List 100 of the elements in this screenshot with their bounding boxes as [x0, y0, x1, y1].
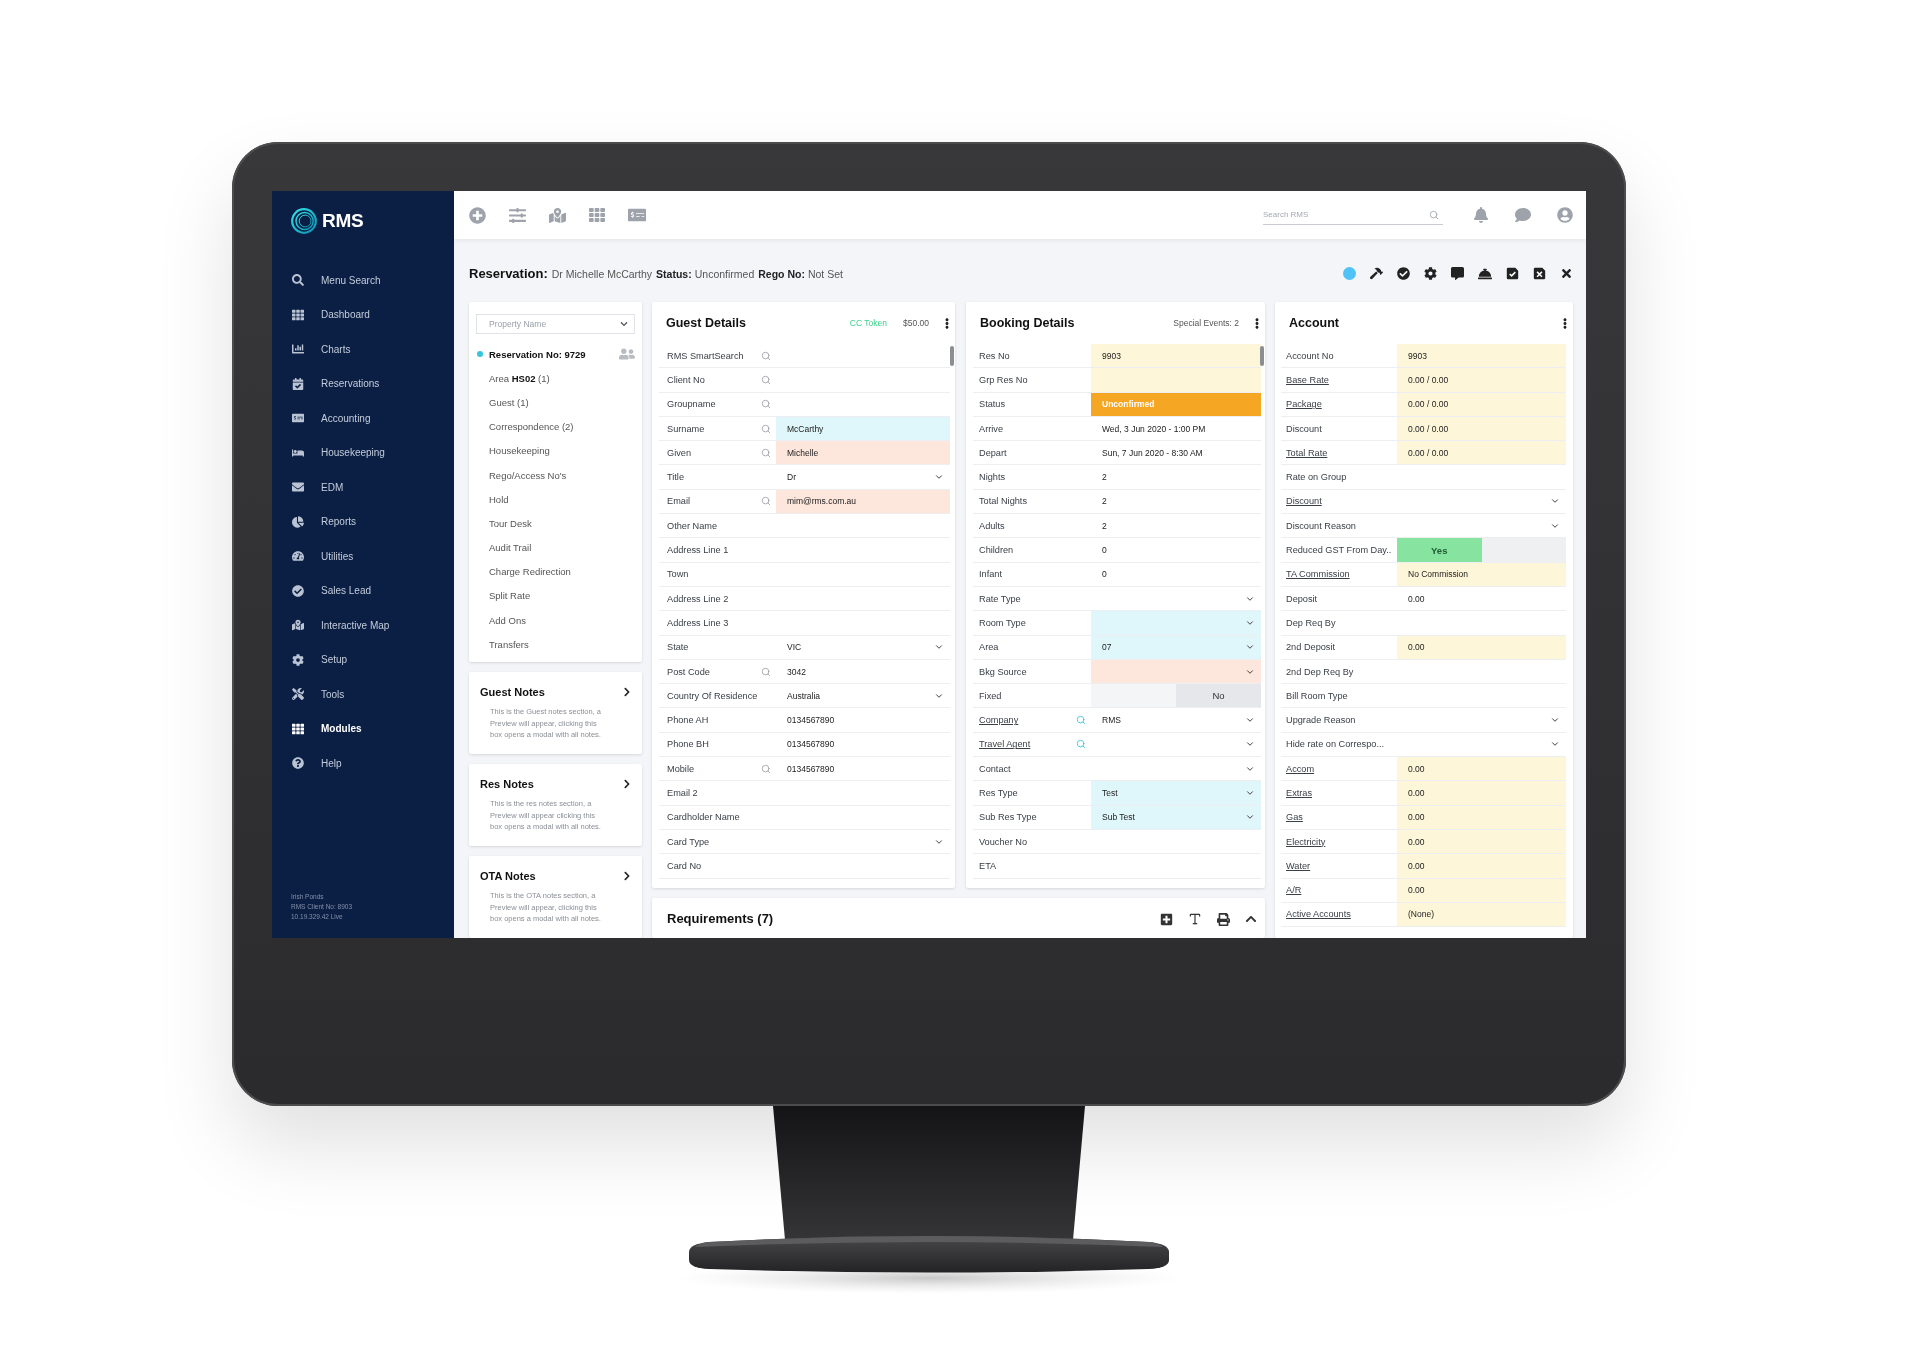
input-field[interactable]: 0 [1091, 538, 1261, 562]
scrollbar-thumb[interactable] [950, 346, 954, 366]
input-field[interactable]: Michelle [776, 441, 950, 465]
select-field[interactable]: VIC [776, 635, 950, 659]
nav-item[interactable]: Correspondence (2) [476, 414, 635, 439]
sidebar-item[interactable]: Accounting [272, 401, 454, 436]
search-icon[interactable] [1076, 715, 1086, 726]
save-cross-icon[interactable] [1533, 267, 1546, 280]
search-icon[interactable] [761, 666, 771, 677]
sidebar-item[interactable]: Charts [272, 332, 454, 367]
search-icon[interactable] [761, 374, 771, 385]
close-icon[interactable] [1560, 267, 1573, 280]
search-icon[interactable] [761, 763, 771, 774]
field-link[interactable]: Active Accounts [1286, 909, 1351, 920]
nav-item[interactable]: Rego/Access No's [476, 462, 635, 488]
search-icon[interactable] [1076, 739, 1086, 750]
field-link[interactable]: Electricity [1286, 836, 1326, 847]
input-field[interactable]: 0134567890 [776, 732, 950, 757]
more-vertical-icon[interactable] [945, 317, 949, 329]
select-field[interactable]: RMS [1091, 708, 1261, 732]
input-field[interactable]: Wed, 3 Jun 2020 - 1:00 PM [1091, 416, 1261, 441]
input-field[interactable]: 0.00 [1397, 854, 1566, 878]
map-icon[interactable] [549, 206, 566, 224]
field-link[interactable]: Company [979, 715, 1019, 726]
input-field[interactable]: 9903 [1397, 344, 1566, 368]
more-vertical-icon[interactable] [1563, 317, 1567, 329]
people-icon[interactable] [619, 346, 635, 363]
select-field[interactable]: 07 [1091, 635, 1261, 659]
input-field[interactable]: 0.00 [1397, 829, 1566, 854]
field-link[interactable]: Extras [1286, 788, 1313, 798]
nav-item[interactable]: Transfers [476, 632, 635, 657]
sidebar-item[interactable]: Menu Search [272, 263, 454, 298]
nav-item[interactable]: Housekeeping [476, 438, 635, 463]
input-field[interactable]: 0.00 / 0.00 [1397, 392, 1566, 416]
field-link[interactable]: Base Rate [1286, 374, 1329, 385]
input-field[interactable]: 0.00 [1397, 781, 1566, 805]
input-field[interactable]: 0.00 / 0.00 [1397, 368, 1566, 392]
input-field[interactable]: 0134567890 [776, 708, 950, 732]
sidebar-item[interactable]: Utilities [272, 539, 454, 574]
bell-icon[interactable] [1473, 207, 1489, 223]
grid-icon[interactable] [589, 207, 605, 223]
add-icon[interactable] [1160, 912, 1173, 926]
sidebar-item[interactable]: Modules [272, 711, 454, 746]
field-link[interactable]: Total Rate [1286, 447, 1328, 458]
input-field[interactable]: No Commission [1397, 562, 1566, 586]
input-field[interactable]: 2 [1091, 465, 1261, 489]
text-icon[interactable] [1188, 912, 1202, 926]
print-icon[interactable] [1217, 912, 1230, 926]
input-field[interactable]: 0.00 [1397, 635, 1566, 659]
sidebar-item[interactable]: Setup [272, 642, 454, 677]
field-link[interactable]: Water [1286, 860, 1311, 871]
search-icon[interactable] [761, 399, 771, 410]
select-field[interactable] [1091, 659, 1261, 684]
sidebar-item[interactable]: Tools [272, 677, 454, 712]
sidebar-item[interactable]: Reservations [272, 366, 454, 401]
chevron-up-icon[interactable] [1245, 913, 1257, 925]
money-card-icon[interactable] [628, 206, 646, 224]
select-field[interactable]: Sub Test [1091, 805, 1261, 829]
input-field[interactable]: (None) [1397, 902, 1566, 927]
search-icon[interactable] [761, 496, 771, 507]
settings-icon[interactable] [1424, 267, 1437, 280]
chat-icon[interactable] [1515, 207, 1531, 223]
nav-item[interactable]: Audit Trail [476, 535, 635, 560]
sidebar-item[interactable]: Housekeeping [272, 435, 454, 470]
sidebar-item[interactable]: EDM [272, 470, 454, 505]
nav-item[interactable]: Guest (1) [476, 390, 635, 415]
nav-item[interactable]: Split Rate [476, 583, 635, 609]
input-field[interactable]: 9903 [1091, 344, 1261, 368]
input-field[interactable]: 0.00 / 0.00 [1397, 416, 1566, 441]
field-link[interactable]: A/R [1286, 885, 1302, 896]
save-check-icon[interactable] [1506, 267, 1519, 280]
select-field[interactable] [1091, 611, 1261, 635]
nav-item[interactable]: Hold [476, 487, 635, 512]
input-field[interactable]: 0.00 [1397, 805, 1566, 829]
sidebar-item[interactable]: Reports [272, 504, 454, 539]
input-field[interactable]: 3042 [776, 659, 950, 684]
sidebar-item[interactable]: Sales Lead [272, 573, 454, 608]
search-icon[interactable] [761, 350, 771, 361]
more-vertical-icon[interactable] [1255, 317, 1259, 329]
search-icon[interactable] [1429, 209, 1439, 220]
search-icon[interactable] [761, 423, 771, 434]
search-icon[interactable] [761, 447, 771, 458]
input-field[interactable]: 0134567890 [776, 757, 950, 781]
sidebar-item[interactable]: Interactive Map [272, 608, 454, 643]
input-field[interactable]: 0.00 [1397, 586, 1566, 611]
field-link[interactable]: Gas [1286, 812, 1303, 823]
nav-item[interactable]: Tour Desk [476, 511, 635, 536]
message-icon[interactable] [1451, 267, 1464, 280]
scrollbar-thumb[interactable] [1260, 346, 1264, 366]
hammer-icon[interactable] [1370, 267, 1383, 280]
input-field[interactable]: 0.00 [1397, 757, 1566, 781]
input-field[interactable]: McCarthy [776, 416, 950, 441]
input-field[interactable]: mim@rms.com.au [776, 489, 950, 514]
select-field[interactable]: Test [1091, 781, 1261, 805]
field-link[interactable]: Package [1286, 399, 1322, 410]
field-link[interactable]: Discount [1286, 496, 1322, 507]
input-field[interactable]: 2 [1091, 514, 1261, 538]
select-field[interactable]: Australia [776, 684, 950, 708]
nav-item[interactable]: Area HS02 (1) [476, 366, 635, 391]
select-field[interactable]: Dr [776, 465, 950, 489]
